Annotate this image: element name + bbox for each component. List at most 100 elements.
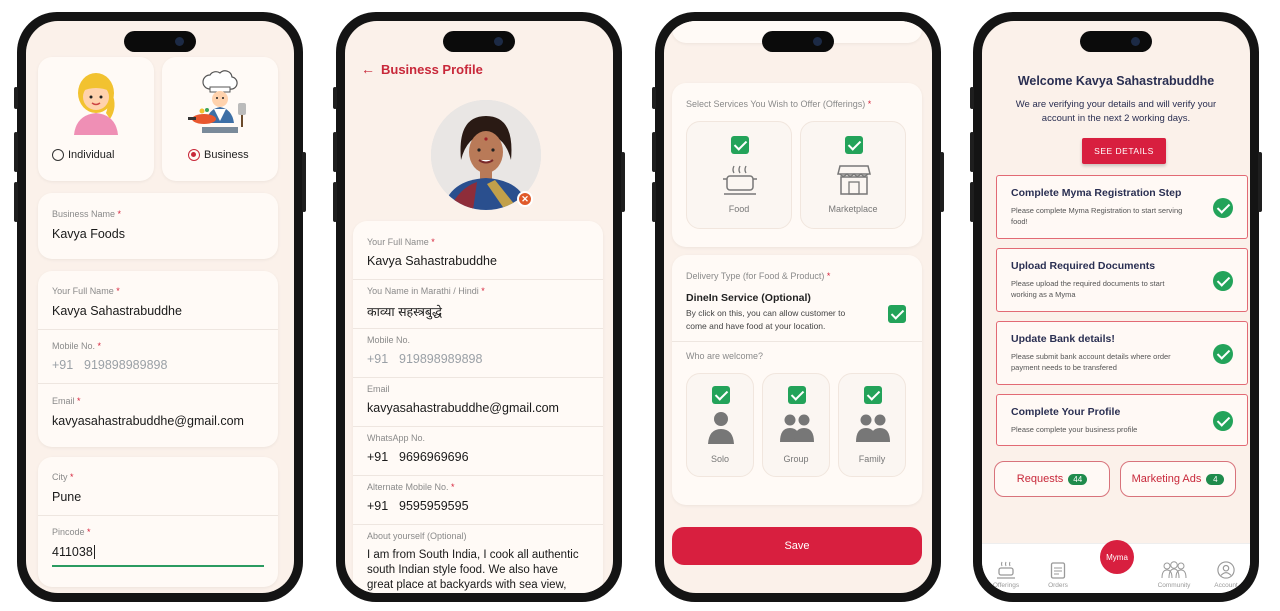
city-label: City xyxy=(52,472,68,482)
offerings-icon xyxy=(997,561,1015,579)
screen: Individual Business Business Name * Kavy… xyxy=(26,21,294,593)
back-arrow-icon[interactable]: ← xyxy=(361,61,375,77)
nav-community[interactable]: Community xyxy=(1154,561,1194,589)
regional-name-input[interactable]: काव्या सहस्त्रबुद्धे xyxy=(367,303,442,320)
marketing-ads-button[interactable]: Marketing Ads 4 xyxy=(1120,461,1236,497)
mobile-label: Mobile No. xyxy=(52,341,96,351)
contact-card: Your Full Name * Kavya Sahastrabuddhe Mo… xyxy=(38,271,278,447)
email-input[interactable]: kavyasahastrabuddhe@gmail.com xyxy=(52,414,244,428)
step-registration[interactable]: Complete Myma Registration Step Please c… xyxy=(996,175,1248,239)
field-label: You Name in Marathi / Hindi xyxy=(367,286,479,296)
welcome-label: Who are welcome? xyxy=(686,351,764,361)
radio-individual[interactable] xyxy=(52,149,64,161)
screen: Welcome Kavya Sahastrabuddhe We are veri… xyxy=(982,21,1250,593)
mobile-input[interactable]: 919898989898 xyxy=(84,358,167,372)
about-label: About yourself (Optional) xyxy=(367,531,467,541)
side-button xyxy=(14,132,18,172)
solo-checkbox[interactable] xyxy=(712,386,730,404)
nav-label: Community xyxy=(1157,582,1191,589)
field-label: Alternate Mobile No. xyxy=(367,482,449,492)
community-icon xyxy=(1161,561,1187,579)
dinein-title: DineIn Service (Optional) xyxy=(686,292,811,304)
side-button xyxy=(970,132,974,172)
divider xyxy=(672,341,922,342)
see-details-button[interactable]: SEE DETAILS xyxy=(1082,138,1166,164)
full-name-input[interactable]: Kavya Sahastrabuddhe xyxy=(52,304,182,318)
remove-photo-icon[interactable]: ✕ xyxy=(517,191,533,207)
city-input[interactable]: Pune xyxy=(52,490,81,504)
group-icon xyxy=(780,414,814,442)
service-label: Marketplace xyxy=(828,204,878,214)
business-label: Business xyxy=(204,149,249,161)
side-button xyxy=(1258,152,1262,212)
dinein-checkbox[interactable] xyxy=(888,305,906,323)
side-button xyxy=(333,87,337,109)
myma-logo[interactable]: Myma xyxy=(1100,540,1134,574)
phone-dashboard: Welcome Kavya Sahastrabuddhe We are veri… xyxy=(970,12,1262,602)
side-button xyxy=(940,152,944,212)
food-checkbox[interactable] xyxy=(731,136,749,154)
delivery-label: Delivery Type (for Food & Product) xyxy=(686,271,825,281)
requests-button[interactable]: Requests 44 xyxy=(994,461,1110,497)
business-name-card: Business Name * Kavya Foods xyxy=(38,193,278,259)
side-button xyxy=(14,87,18,109)
save-button[interactable]: Save xyxy=(672,527,922,565)
pincode-input[interactable]: 411038 xyxy=(52,545,93,559)
step-done-icon xyxy=(1213,198,1233,218)
about-textarea[interactable]: I am from South India, I cook all authen… xyxy=(367,548,587,593)
nav-label: Offerings xyxy=(992,582,1020,589)
nav-label: Orders xyxy=(1048,582,1068,589)
screen: Select Services You Wish to Offer (Offer… xyxy=(664,21,932,593)
step-documents[interactable]: Upload Required Documents Please upload … xyxy=(996,248,1248,312)
step-title: Upload Required Documents xyxy=(1011,260,1156,272)
service-food[interactable]: Food xyxy=(686,121,792,229)
bottom-nav: Offerings Orders Myma Community Account xyxy=(982,540,1250,593)
marketplace-checkbox[interactable] xyxy=(845,136,863,154)
divider xyxy=(353,426,603,427)
nav-account[interactable]: Account xyxy=(1206,561,1246,589)
family-checkbox[interactable] xyxy=(864,386,882,404)
field-label: Mobile No. xyxy=(367,335,411,345)
phone-registration: Individual Business Business Name * Kavy… xyxy=(14,12,306,602)
requests-label: Requests xyxy=(1016,473,1064,485)
divider xyxy=(38,515,278,516)
welcome-family[interactable]: Family xyxy=(838,373,906,477)
whatsapp-input[interactable]: 9696969696 xyxy=(399,450,469,464)
service-marketplace[interactable]: Marketplace xyxy=(800,121,906,229)
divider xyxy=(353,377,603,378)
dinein-description: By click on this, you can allow customer… xyxy=(686,308,846,331)
divider xyxy=(353,279,603,280)
nav-offerings[interactable]: Offerings xyxy=(986,561,1026,589)
full-name-input[interactable]: Kavya Sahastrabuddhe xyxy=(367,254,497,268)
pincode-label: Pincode xyxy=(52,527,85,537)
nav-orders[interactable]: Orders xyxy=(1038,561,1078,589)
step-bank[interactable]: Update Bank details! Please submit bank … xyxy=(996,321,1248,385)
email-label: Email xyxy=(52,396,75,406)
email-input[interactable]: kavyasahastrabuddhe@gmail.com xyxy=(367,401,559,415)
divider xyxy=(38,383,278,384)
group-checkbox[interactable] xyxy=(788,386,806,404)
individual-label: Individual xyxy=(68,149,115,161)
food-pot-icon xyxy=(723,165,757,195)
business-name-label: Business Name xyxy=(52,209,116,219)
account-type-business[interactable]: Business xyxy=(162,57,278,181)
welcome-option-label: Family xyxy=(858,454,886,464)
divider xyxy=(353,328,603,329)
side-button xyxy=(14,182,18,222)
step-title: Complete Myma Registration Step xyxy=(1011,187,1182,199)
welcome-group[interactable]: Group xyxy=(762,373,830,477)
mobile-input[interactable]: 919898989898 xyxy=(399,352,482,366)
chef-icon xyxy=(188,70,246,133)
notch xyxy=(762,31,834,52)
alt-mobile-prefix: +91 xyxy=(367,499,389,513)
alt-mobile-input[interactable]: 9595959595 xyxy=(399,499,469,513)
welcome-solo[interactable]: Solo xyxy=(686,373,754,477)
field-label: WhatsApp No. xyxy=(367,433,426,443)
business-name-input[interactable]: Kavya Foods xyxy=(52,227,125,241)
account-type-individual[interactable]: Individual xyxy=(38,57,154,181)
side-button xyxy=(302,152,306,212)
radio-business[interactable] xyxy=(188,149,200,161)
step-description: Please complete your business profile xyxy=(1011,425,1138,434)
nav-label: Account xyxy=(1214,582,1238,589)
step-profile[interactable]: Complete Your Profile Please complete yo… xyxy=(996,394,1248,446)
